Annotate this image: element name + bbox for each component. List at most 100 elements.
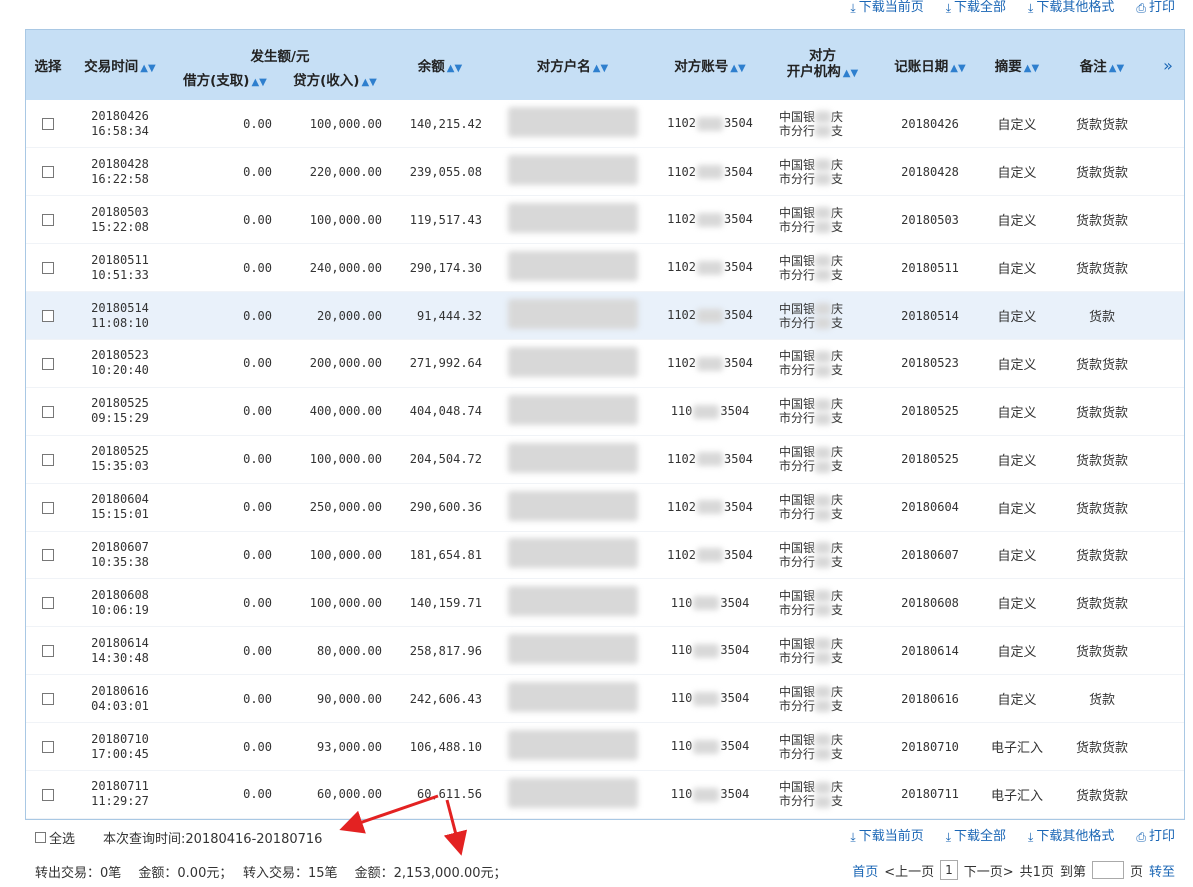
next-page-link[interactable]: 下一页> (964, 861, 1014, 880)
col-header-remark[interactable]: 备注 ▲▼ (1054, 30, 1150, 100)
cell-debit: 0.00 (243, 691, 272, 706)
print-button[interactable]: ⎙ 打印 (1136, 828, 1175, 846)
select-all-checkbox[interactable] (35, 832, 46, 843)
redacted-name (507, 777, 638, 808)
redacted-account (693, 596, 720, 611)
cell-remark: 货款货款 (1075, 597, 1128, 613)
col-header-debit[interactable]: 借方(支取) ▲▼ (170, 65, 280, 100)
row-checkbox[interactable] (42, 166, 54, 179)
cell-summary: 自定义 (997, 310, 1037, 325)
cell-balance: 204,504.72 (409, 452, 482, 467)
sort-icon: ▲▼ (842, 68, 859, 79)
col-header-counterparty-org[interactable]: 对方 开户机构 ▲▼ (765, 30, 880, 100)
prev-page-link[interactable]: <上一页 (884, 861, 934, 880)
row-checkbox[interactable] (42, 262, 54, 275)
cell-debit: 0.00 (243, 356, 272, 371)
sort-icon: ▲▼ (251, 77, 267, 88)
cell-remark: 货款货款 (1075, 741, 1128, 757)
cell-counterparty-account: 110 3504 (670, 643, 750, 658)
redacted-org (815, 700, 832, 713)
row-checkbox[interactable] (42, 597, 54, 610)
cell-empty (1150, 675, 1184, 723)
cell-remark: 货款货款 (1075, 453, 1128, 469)
table-row[interactable]: 20180710 17:00:45 0.00 93,000.00 106,488.10 1… (26, 723, 1184, 771)
row-checkbox[interactable] (42, 645, 54, 658)
cell-empty (1150, 148, 1184, 196)
row-select-cell (26, 531, 70, 579)
table-row[interactable]: 20180607 10:35:38 0.00 100,000.00 181,654.81… (26, 531, 1184, 579)
cell-empty (1150, 435, 1184, 483)
download-all-button[interactable]: ⤓ 下载全部 (946, 828, 1006, 846)
table-row[interactable]: 20180428 16:22:58 0.00 220,000.00 239,055.08… (26, 148, 1184, 196)
cell-post-date: 20180426 (901, 116, 959, 131)
col-header-balance[interactable]: 余额 ▲▼ (390, 30, 490, 100)
first-page-link[interactable]: 首页 (852, 861, 878, 880)
cell-debit: 0.00 (243, 404, 272, 419)
col-header-counterparty-name[interactable]: 对方户名 ▲▼ (490, 30, 655, 100)
goto-button[interactable]: 转至 (1149, 861, 1175, 880)
table-row[interactable]: 20180608 10:06:19 0.00 100,000.00 140,159.71… (26, 579, 1184, 627)
cell-counterparty-account: 1102 3504 (667, 356, 753, 371)
table-row[interactable]: 20180525 09:15:29 0.00 400,000.00 404,048.74… (26, 387, 1184, 436)
sort-icon: ▲▼ (1108, 63, 1125, 74)
table-row[interactable]: 20180511 10:51:33 0.00 240,000.00 290,174.30… (26, 244, 1184, 292)
row-select-cell (26, 196, 70, 244)
col-header-summary[interactable]: 摘要 ▲▼ (980, 30, 1054, 100)
table-row[interactable]: 20180525 15:35:03 0.00 100,000.00 204,504.72… (26, 435, 1184, 484)
more-columns-button[interactable]: » (1150, 30, 1184, 100)
cell-counterparty-name (490, 723, 655, 771)
row-checkbox[interactable] (42, 501, 54, 514)
printer-icon: ⎙ (1136, 830, 1146, 844)
cell-post-date: 20180616 (901, 691, 959, 706)
row-checkbox[interactable] (42, 693, 54, 706)
col-header-counterparty-account[interactable]: 对方账号 ▲▼ (655, 30, 765, 100)
table-row[interactable]: 20180604 15:15:01 0.00 250,000.00 290,600.36… (26, 483, 1184, 532)
cell-counterparty-account: 1102 3504 (667, 164, 753, 180)
cell-time: 20180511 10:51:33 (91, 252, 149, 282)
cell-empty (1150, 531, 1184, 579)
table-row[interactable]: 20180616 04:03:01 0.00 90,000.00 242,606.43 1… (26, 675, 1184, 723)
cell-credit: 60,000.00 (316, 787, 382, 802)
table-row[interactable]: 20180523 10:20:40 0.00 200,000.00 271,992.64… (26, 339, 1184, 388)
cell-counterparty-account: 1102 3504 (667, 451, 753, 467)
table-row[interactable]: 20180711 11:29:27 0.00 60,000.00 60,611.56 11… (26, 770, 1184, 819)
cell-credit: 90,000.00 (316, 691, 382, 706)
table-row[interactable]: 20180426 16:58:34 0.00 100,000.00 140,215.42… (26, 100, 1184, 148)
col-header-time[interactable]: 交易时间 ▲▼ (70, 30, 170, 100)
row-checkbox[interactable] (42, 357, 54, 370)
print-button[interactable]: ⎙ 打印 (1136, 0, 1175, 16)
redacted-org (815, 542, 832, 555)
cell-balance: 290,174.30 (409, 260, 482, 275)
row-checkbox[interactable] (42, 549, 54, 562)
download-other-format-button[interactable]: ⤓ 下载其他格式 (1028, 828, 1114, 846)
cell-balance: 60,611.56 (416, 787, 482, 802)
cell-remark: 货款货款 (1075, 214, 1128, 230)
table-row[interactable]: 20180514 11:08:10 0.00 20,000.00 91,444.32 11… (26, 291, 1184, 340)
download-other-format-button[interactable]: ⤓ 下载其他格式 (1028, 0, 1114, 16)
row-checkbox[interactable] (42, 453, 54, 466)
row-checkbox[interactable] (42, 405, 54, 418)
col-header-credit[interactable]: 贷方(收入) ▲▼ (280, 65, 390, 100)
cell-time: 20180711 11:29:27 (91, 779, 149, 809)
cell-counterparty-org: 中国银庆市分行支 (779, 540, 844, 569)
cell-empty (1150, 483, 1184, 531)
goto-page-input[interactable] (1091, 861, 1124, 879)
download-all-button[interactable]: ⤓ 下载全部 (946, 0, 1006, 16)
cell-time: 20180607 10:35:38 (91, 539, 149, 569)
col-header-post-date[interactable]: 记账日期 ▲▼ (880, 30, 980, 100)
table-row[interactable]: 20180614 14:30:48 0.00 80,000.00 258,817.96 1… (26, 627, 1184, 675)
select-all-label[interactable]: 全选 (49, 828, 75, 847)
current-page[interactable]: 1 (940, 860, 958, 880)
cell-debit: 0.00 (243, 164, 272, 179)
row-checkbox[interactable] (42, 214, 54, 227)
sort-icon: ▲▼ (446, 63, 463, 74)
cell-time: 20180503 15:22:08 (91, 204, 149, 234)
row-checkbox[interactable] (42, 118, 54, 131)
row-checkbox[interactable] (42, 741, 54, 754)
download-current-page-button[interactable]: ⤓ 下载当前页 (850, 0, 923, 16)
row-checkbox[interactable] (42, 788, 54, 801)
table-row[interactable]: 20180503 15:22:08 0.00 100,000.00 119,517.43… (26, 196, 1184, 244)
cell-remark: 货款货款 (1075, 405, 1128, 421)
download-current-page-button[interactable]: ⤓ 下载当前页 (850, 828, 923, 846)
row-checkbox[interactable] (42, 310, 54, 322)
